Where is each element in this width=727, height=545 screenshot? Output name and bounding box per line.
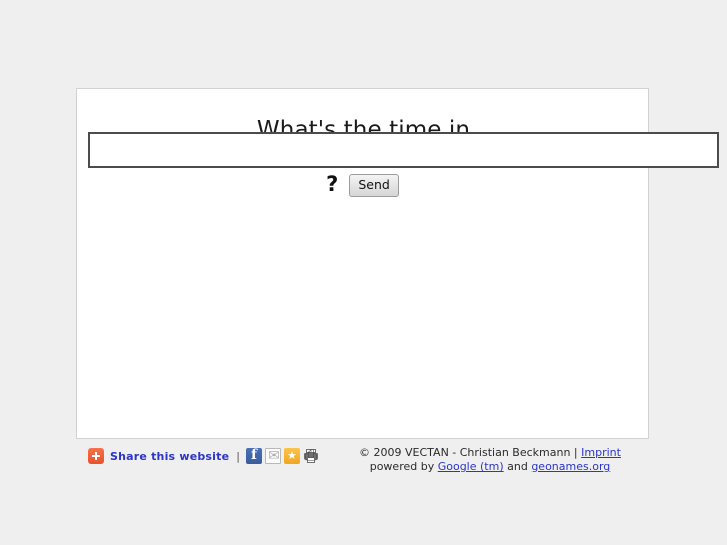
powered-by-text: powered by [369,460,438,473]
powered-by-line: powered by Google (tm) and geonames.org [330,460,650,474]
question-mark-label: ? [326,172,339,197]
favorites-star-icon[interactable] [283,447,300,464]
copyright-line: © 2009 VECTAN - Christian Beckmann | Imp… [330,446,650,460]
printer-paper-out [306,457,315,463]
city-search-input[interactable] [88,132,719,168]
copyright-text: © 2009 VECTAN - Christian Beckmann | [359,446,582,459]
print-icon[interactable] [303,446,319,464]
facebook-icon[interactable] [245,447,262,464]
share-divider: | [236,449,240,463]
imprint-link[interactable]: Imprint [581,446,621,459]
send-button[interactable]: Send [349,174,399,198]
email-icon[interactable] [264,448,281,464]
submit-row: ? Send [76,172,649,198]
share-widget: Share this website | [88,446,322,465]
printer-body [303,453,318,460]
google-link[interactable]: Google (tm) [438,460,504,473]
printer-paper-top [305,449,316,453]
geonames-link[interactable]: geonames.org [531,460,610,473]
share-this-website-link[interactable]: Share this website [110,450,229,463]
credits-block: © 2009 VECTAN - Christian Beckmann | Imp… [330,446,650,474]
footer: Share this website | © 2009 VECTAN - Chr… [0,444,727,484]
and-text: and [503,460,532,473]
addthis-plus-icon[interactable] [88,448,104,464]
